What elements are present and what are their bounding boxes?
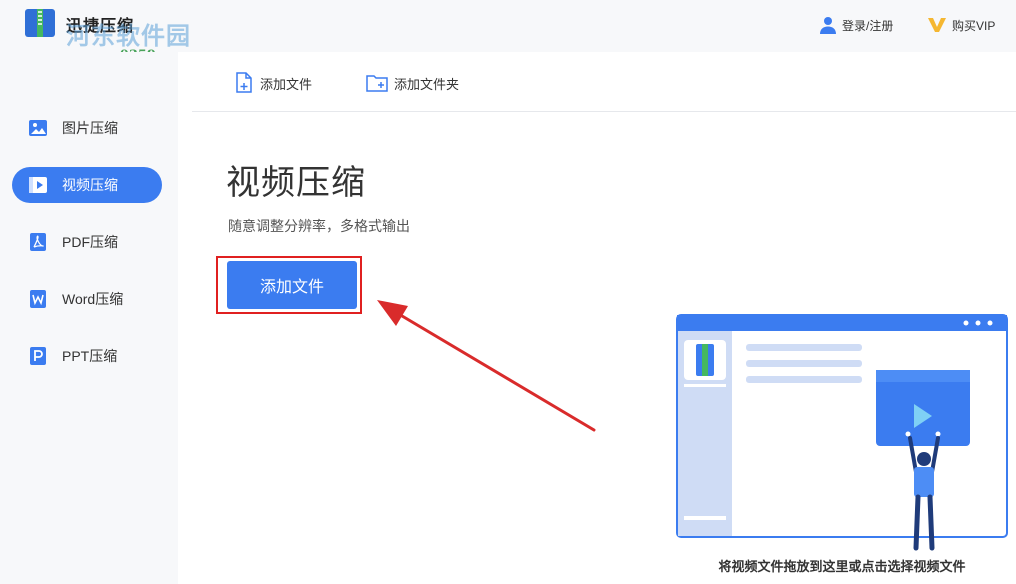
word-icon (30, 290, 46, 308)
pdf-icon (30, 233, 46, 251)
add-file-button[interactable]: 添加文件 (227, 261, 357, 309)
toolbar-add-folder-label: 添加文件夹 (394, 76, 460, 92)
sidebar-item-image[interactable]: 图片压缩 (12, 110, 162, 146)
page-title: 视频压缩 (226, 164, 366, 202)
toolbar-add-folder-button[interactable]: 添加文件夹 (366, 72, 459, 94)
user-icon (820, 17, 836, 34)
drop-hint-text: 将视频文件拖放到这里或点击选择视频文件 (718, 559, 966, 574)
sidebar-item-label: PDF压缩 (62, 234, 118, 250)
login-button[interactable]: 登录/注册 (820, 14, 893, 36)
app-logo-icon (25, 9, 55, 37)
sidebar: 图片压缩 视频压缩 PDF压缩 Word压缩 PPT压缩 (0, 52, 178, 584)
sidebar-item-label: 图片压缩 (62, 120, 118, 136)
page-subtitle: 随意调整分辨率，多格式输出 (228, 218, 410, 234)
sidebar-item-pdf[interactable]: PDF压缩 (12, 224, 162, 260)
title-bar: 迅捷压缩 河东软件园 www.pc0359.cn 登录/注册 购买VIP (0, 0, 1016, 63)
add-folder-icon (366, 75, 388, 92)
toolbar-add-file-button[interactable]: 添加文件 (234, 72, 312, 94)
sidebar-item-label: 视频压缩 (62, 177, 118, 193)
toolbar-add-file-label: 添加文件 (260, 76, 313, 92)
watermark-text: 河东软件园 (66, 21, 191, 50)
sidebar-item-video[interactable]: 视频压缩 (12, 167, 162, 203)
buy-vip-button[interactable]: 购买VIP (928, 14, 995, 36)
login-label: 登录/注册 (842, 18, 894, 33)
image-icon (29, 120, 47, 136)
add-file-icon (236, 72, 252, 93)
vip-icon (928, 18, 946, 32)
sidebar-item-word[interactable]: Word压缩 (12, 281, 162, 317)
sidebar-item-label: Word压缩 (62, 291, 124, 307)
sidebar-item-ppt[interactable]: PPT压缩 (12, 338, 162, 374)
vip-label: 购买VIP (952, 18, 996, 33)
ppt-icon (30, 347, 46, 365)
video-icon (29, 177, 47, 193)
toolbar: 添加文件 添加文件夹 (192, 52, 1016, 112)
drop-zone-illustration[interactable] (676, 312, 1008, 554)
sidebar-item-label: PPT压缩 (62, 348, 118, 364)
